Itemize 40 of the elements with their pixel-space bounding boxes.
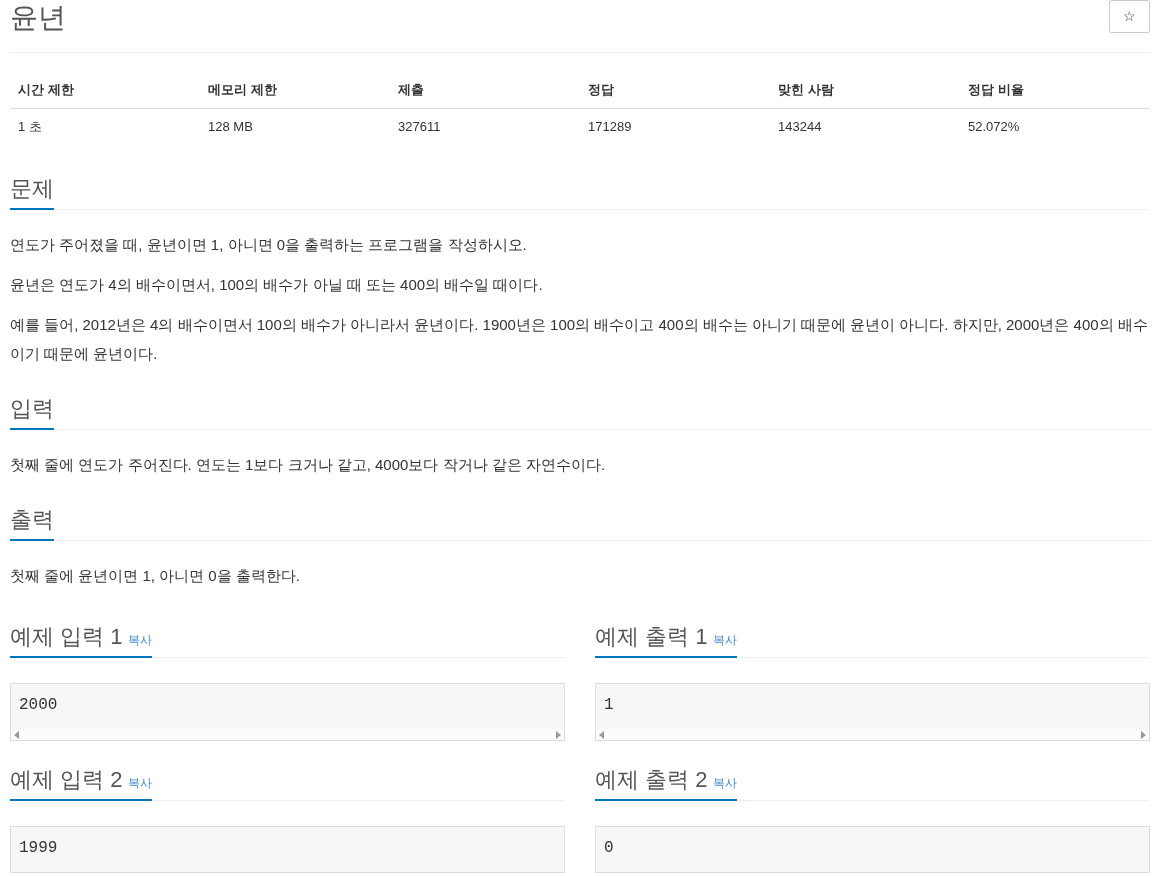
table-cell: 1 초 (10, 108, 200, 144)
sample-text: 1999 (18, 838, 59, 859)
section-heading: 예제 출력 1 (595, 623, 708, 651)
section-heading: 예제 출력 2 (595, 766, 708, 794)
column-header: 정답 비율 (960, 72, 1150, 108)
table-cell: 52.072% (960, 108, 1150, 144)
scrollbar[interactable] (11, 729, 564, 740)
section-heading: 문제 (10, 175, 54, 203)
paragraph: 연도가 주어졌을 때, 윤년이면 1, 아니면 0을 출력하는 프로그램을 작성하시오. (10, 235, 528, 255)
copy-link[interactable]: 복사 (128, 631, 153, 649)
table-cell: 327611 (390, 108, 580, 144)
sample-text: 2000 (18, 695, 59, 716)
sample-text: 0 (603, 838, 615, 859)
star-button[interactable]: ☆ (1109, 0, 1150, 33)
paragraph: 윤년은 연도가 4의 배수이면서, 100의 배수가 아닐 때 또는 400의 배수일 때이다. (10, 275, 544, 295)
scroll-right-icon[interactable] (555, 730, 561, 739)
copy-link[interactable]: 복사 (128, 774, 153, 792)
section-heading: 입력 (10, 395, 54, 423)
column-header: 제출 (390, 72, 580, 108)
table-cell: 171289 (580, 108, 770, 144)
table-cell: 128 MB (200, 108, 390, 144)
sample-text: 1 (603, 695, 615, 716)
paragraph: 첫째 줄에 연도가 주어진다. 연도는 1보다 크거나 같고, 4000보다 작거나 같은 자연수이다. (10, 455, 607, 475)
page-title: 윤년 (10, 1, 66, 35)
copy-link[interactable]: 복사 (713, 774, 738, 792)
column-header: 정답 (580, 72, 770, 108)
table-cell: 143244 (770, 108, 960, 144)
column-header: 시간 제한 (10, 72, 200, 108)
column-header: 메모리 제한 (200, 72, 390, 108)
copy-link[interactable]: 복사 (713, 631, 738, 649)
paragraph: 첫째 줄에 윤년이면 1, 아니면 0을 출력한다. (10, 566, 302, 586)
section-heading: 예제 입력 2 (10, 766, 123, 794)
scroll-right-icon[interactable] (1140, 730, 1146, 739)
scroll-left-icon[interactable] (599, 730, 605, 739)
paragraph: 예를 들어, 2012년은 4의 배수이면서 100의 배수가 아니라서 윤년이다. 1900년은 100의 배수이고 400의 배수는 아니기 때문에 윤년이 아니다. 하지만, 2000년은 400의 배수이기 때문에 윤년이다. (10, 315, 1149, 364)
section-heading: 출력 (10, 506, 54, 534)
section-heading: 예제 입력 1 (10, 623, 123, 651)
scrollbar[interactable] (596, 729, 1149, 740)
column-header: 맞힌 사람 (770, 72, 960, 108)
scroll-left-icon[interactable] (14, 730, 20, 739)
